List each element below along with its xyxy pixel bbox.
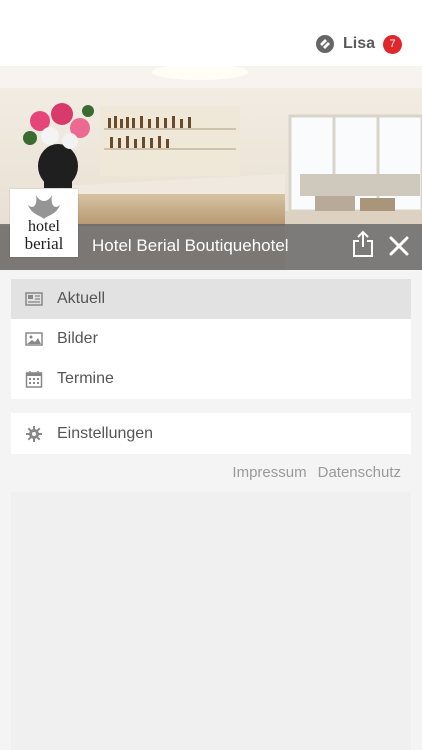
menu-item-bilder[interactable]: Bilder [11, 319, 411, 359]
hotel-logo: hotel berial [10, 189, 78, 257]
impressum-link[interactable]: Impressum [232, 464, 306, 481]
newspaper-icon [25, 292, 43, 306]
menu-label-bilder: Bilder [57, 330, 98, 347]
menu-item-termine[interactable]: Termine [11, 359, 411, 399]
image-icon [25, 332, 43, 346]
hotel-name: Hotel Berial Boutiquehotel [92, 236, 289, 255]
top-bar: Lisa 7 [0, 0, 422, 66]
settings-menu: Einstellungen [11, 413, 411, 454]
menu-label-termine: Termine [57, 370, 114, 387]
share-icon[interactable] [351, 230, 375, 258]
logo-text-hotel: hotel [28, 218, 61, 235]
gear-icon [26, 425, 42, 442]
menu-label-einstellungen: Einstellungen [57, 424, 154, 442]
menu-label-aktuell: Aktuell [57, 290, 106, 307]
logo-text-berial: berial [25, 234, 64, 253]
user-menu[interactable]: Lisa 7 [315, 33, 402, 55]
user-name: Lisa [342, 35, 375, 52]
footer-links: Impressum Datenschutz [232, 464, 401, 481]
notification-badge: 7 [383, 34, 402, 54]
close-icon[interactable] [389, 236, 409, 256]
main-menu: Aktuell Bilder Termine [11, 279, 411, 399]
calendar-icon [25, 371, 43, 388]
content-area [11, 492, 411, 750]
app-logo-icon [315, 35, 334, 53]
menu-item-aktuell[interactable]: Aktuell [11, 279, 411, 319]
datenschutz-link[interactable]: Datenschutz [318, 464, 401, 481]
menu-item-einstellungen[interactable]: Einstellungen [11, 413, 411, 454]
